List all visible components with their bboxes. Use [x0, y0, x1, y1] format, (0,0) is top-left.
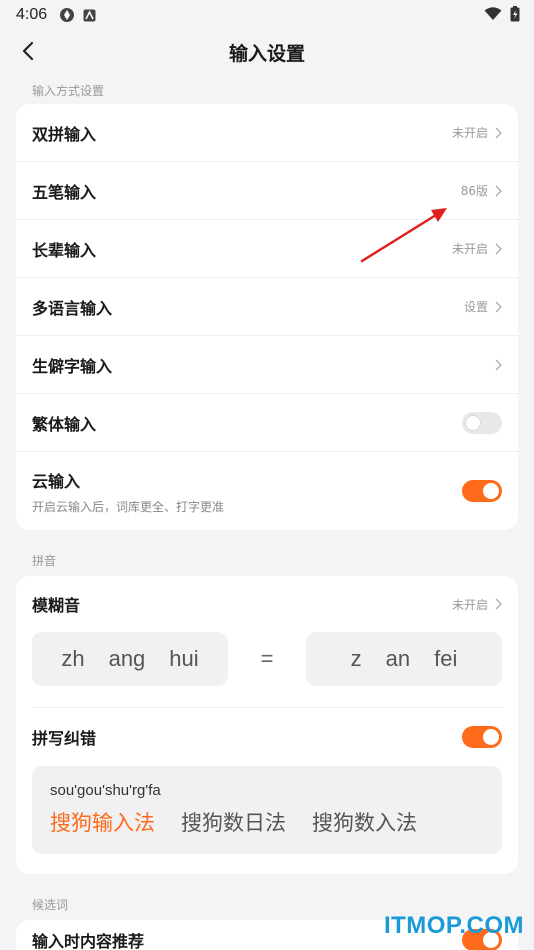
row-label: 输入时内容推荐 — [32, 932, 145, 950]
row-label: 多语言输入 — [32, 298, 113, 318]
row-label: 长辈输入 — [32, 240, 97, 260]
row-shuangpin[interactable]: 双拼输入 未开启 — [16, 104, 518, 162]
syllable: an — [385, 646, 411, 671]
row-value: 未开启 — [451, 242, 488, 256]
row-label: 五笔输入 — [32, 182, 97, 202]
section-label-pinyin: 拼音 — [32, 554, 57, 568]
row-value: 未开启 — [451, 126, 488, 140]
chevron-right-icon — [495, 243, 502, 254]
example-pinyin: sou'gou'shu'rg'fa — [50, 782, 161, 799]
spell-correction-example: sou'gou'shu'rg'fa 搜狗输入法 搜狗数日法 搜狗数入法 — [32, 766, 502, 854]
status-bar: 4:06 — [0, 0, 534, 30]
row-value: 未开启 — [451, 597, 488, 612]
syllable: ang — [108, 646, 146, 671]
status-time: 4:06 — [16, 6, 48, 23]
syllable: z — [350, 646, 362, 671]
chevron-right-icon — [495, 127, 502, 138]
chevron-right-icon — [495, 185, 502, 196]
example-candidates: 搜狗输入法 搜狗数日法 搜狗数入法 — [50, 807, 484, 837]
row-rare-chars[interactable]: 生僻字输入 — [16, 336, 518, 394]
row-value: 86版 — [460, 184, 488, 198]
fuzzy-left-pill: zh ang hui — [32, 632, 228, 686]
fuzzy-example: zh ang hui = z an fei — [16, 632, 518, 686]
candidate: 搜狗数日法 — [181, 811, 286, 835]
pinyin-card: 模糊音 未开启 zh ang hui = z an fei 拼写纠错 sou'g… — [16, 576, 518, 874]
traditional-toggle[interactable] — [462, 411, 502, 434]
chevron-right-icon — [495, 359, 502, 370]
row-elder[interactable]: 长辈输入 未开启 — [16, 220, 518, 278]
row-traditional: 繁体输入 — [16, 394, 518, 452]
row-cloud: 云输入 开启云输入后，词库更全、打字更准 — [16, 452, 518, 530]
row-wubi[interactable]: 五笔输入 86版 — [16, 162, 518, 220]
row-description: 开启云输入后，词库更全、打字更准 — [32, 499, 225, 514]
row-label: 拼写纠错 — [32, 729, 97, 748]
equals-sign: = — [260, 646, 274, 671]
spell-correction-toggle[interactable] — [462, 726, 502, 748]
row-label: 生僻字输入 — [32, 356, 113, 376]
input-methods-card: 双拼输入 未开启 五笔输入 86版 长辈输入 未开启 多语言输入 设置 生僻字输… — [16, 104, 518, 530]
wifi-icon — [484, 7, 502, 20]
row-label: 云输入 — [32, 471, 81, 491]
syllable: zh — [61, 646, 85, 671]
chevron-right-icon — [495, 598, 502, 610]
battery-icon — [510, 6, 520, 22]
page-title: 输入设置 — [228, 42, 305, 65]
candidate: 搜狗数入法 — [312, 811, 417, 835]
chevron-right-icon — [495, 301, 502, 312]
syllable: fei — [434, 646, 458, 671]
row-spell-correction: 拼写纠错 — [16, 708, 518, 766]
row-label: 双拼输入 — [32, 124, 97, 144]
row-fuzzy[interactable]: 模糊音 未开启 — [16, 576, 518, 632]
row-label: 繁体输入 — [32, 414, 97, 434]
row-label: 模糊音 — [32, 596, 81, 615]
app-notification-icon — [60, 8, 75, 22]
top-bar: 输入设置 — [0, 30, 534, 74]
section-label-input-methods: 输入方式设置 — [32, 84, 105, 98]
fuzzy-right-pill: z an fei — [306, 632, 502, 686]
back-arrow-icon[interactable] — [18, 40, 40, 62]
watermark-logo: ITMOP.COM — [383, 912, 524, 939]
row-value: 设置 — [463, 300, 488, 314]
syllable: hui — [169, 646, 199, 671]
keyboard-notification-icon — [83, 9, 96, 21]
candidate: 搜狗输入法 — [50, 811, 155, 835]
cloud-toggle[interactable] — [462, 480, 502, 502]
row-multilang[interactable]: 多语言输入 设置 — [16, 278, 518, 336]
